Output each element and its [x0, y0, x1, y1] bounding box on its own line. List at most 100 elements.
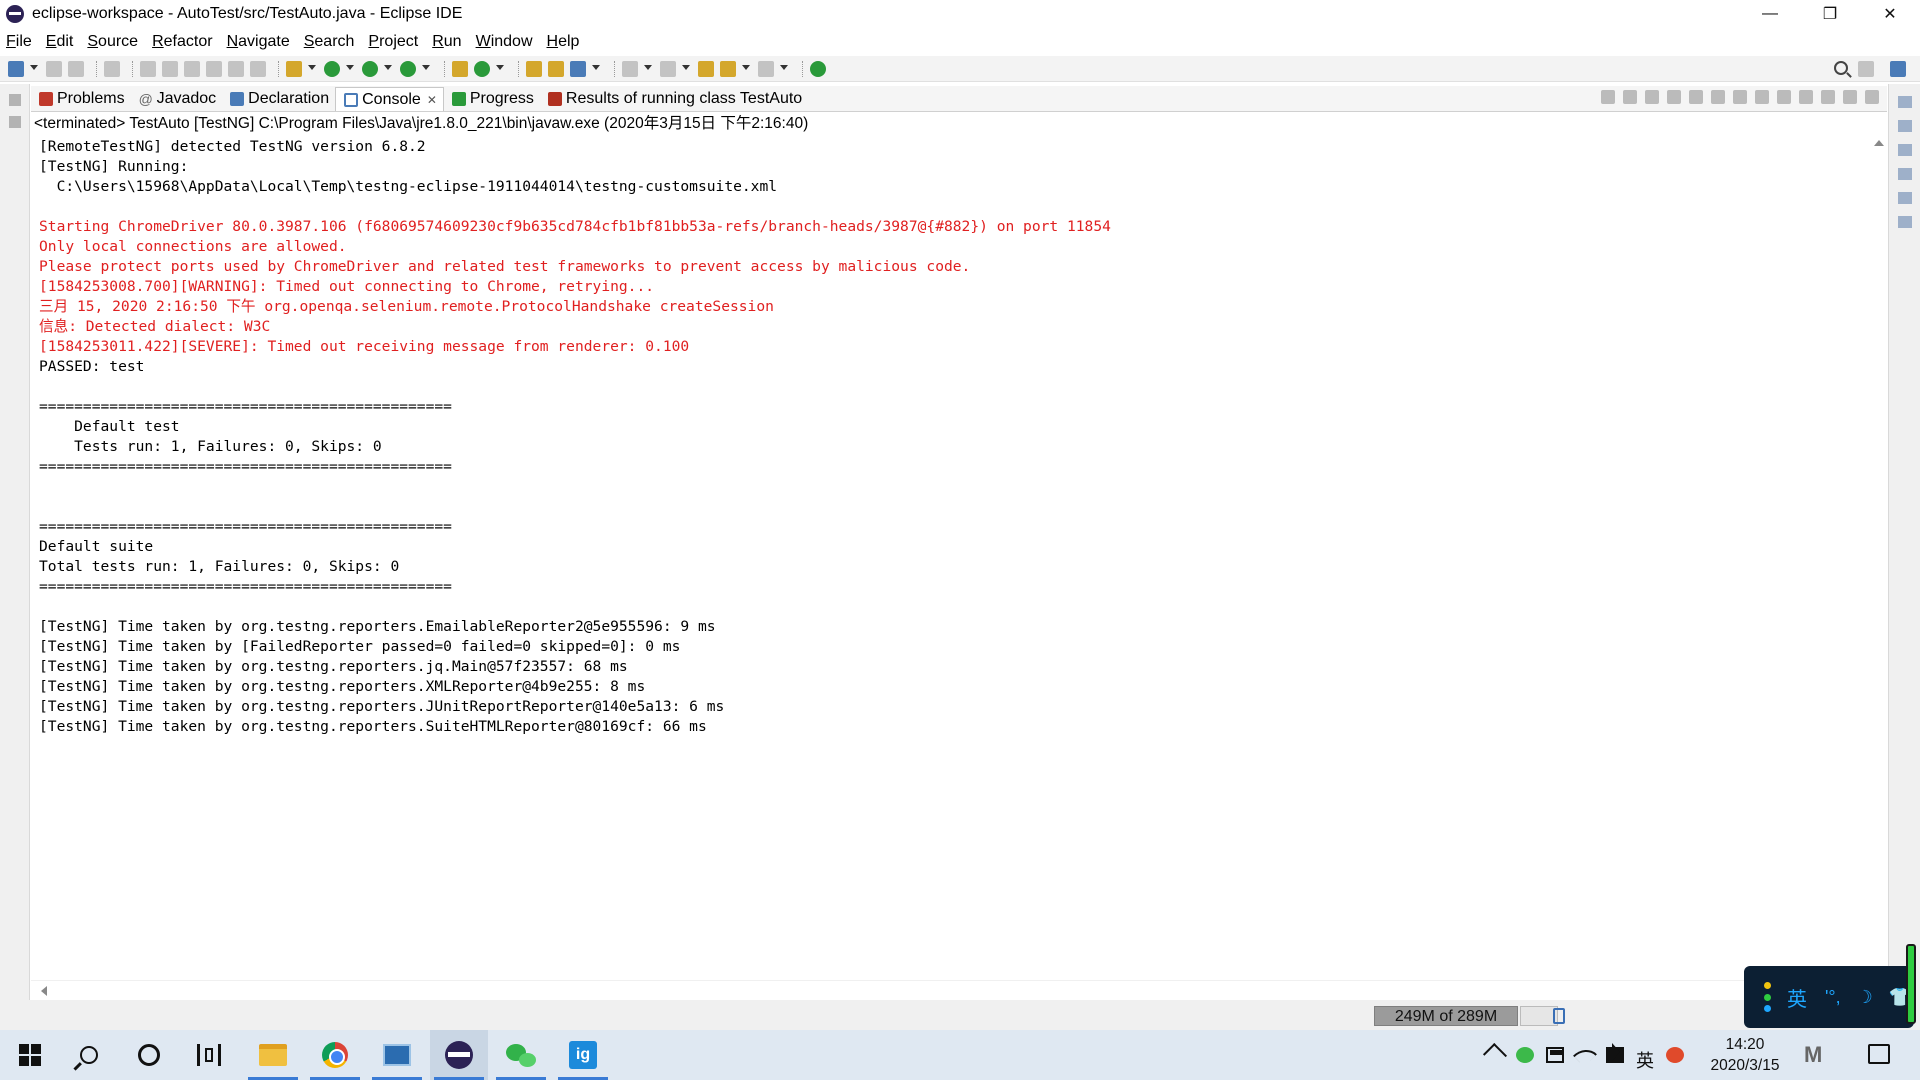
view-menu-icon[interactable]: [1898, 216, 1912, 228]
last-edit-location-icon[interactable]: [698, 60, 714, 77]
taskbar-file-explorer[interactable]: [244, 1030, 302, 1080]
ime-punctuation-icon[interactable]: '°,: [1825, 987, 1841, 1008]
close-console-tab-icon[interactable]: ✕: [427, 93, 437, 107]
debug-dropdown-icon[interactable]: [308, 64, 316, 73]
terminate-icon[interactable]: [1601, 90, 1615, 104]
taskbar-ig-app[interactable]: ig: [554, 1030, 612, 1080]
menu-search[interactable]: Search: [304, 33, 355, 51]
menu-edit[interactable]: Edit: [46, 33, 74, 51]
tab-testng-results[interactable]: Results of running class TestAuto: [540, 87, 808, 111]
garbage-collect-icon[interactable]: [1553, 1008, 1565, 1024]
run-icon[interactable]: [324, 60, 340, 77]
scroll-up-icon[interactable]: [1874, 140, 1884, 146]
show-hidden-icons-icon[interactable]: [1482, 1042, 1508, 1068]
clear-console-icon[interactable]: [1667, 90, 1681, 104]
restore-bottom-icon[interactable]: [1898, 192, 1912, 204]
next-annotation-dropdown-icon[interactable]: [644, 64, 652, 73]
open-type-icon[interactable]: [526, 60, 542, 77]
external-tools-icon[interactable]: [400, 60, 416, 77]
tab-console[interactable]: Console ✕: [335, 87, 444, 111]
menu-window[interactable]: Window: [476, 33, 533, 51]
taskbar-chrome[interactable]: [306, 1030, 364, 1080]
menu-help[interactable]: Help: [547, 33, 580, 51]
menu-navigate[interactable]: Navigate: [227, 33, 290, 51]
close-window-button[interactable]: ✕: [1860, 0, 1920, 28]
show-stderr-icon[interactable]: [1755, 90, 1769, 104]
tab-progress[interactable]: Progress: [444, 87, 540, 111]
taskbar-wechat[interactable]: [492, 1030, 550, 1080]
menu-run[interactable]: Run: [432, 33, 461, 51]
save-all-icon[interactable]: [68, 60, 84, 77]
maximize-view-icon[interactable]: [1865, 90, 1879, 104]
tab-declaration[interactable]: Declaration: [222, 87, 335, 111]
tab-problems[interactable]: Problems: [31, 87, 131, 111]
console-output[interactable]: [RemoteTestNG] detected TestNG version 6…: [31, 135, 1881, 980]
taskbar-remote-desktop[interactable]: [368, 1030, 426, 1080]
java-perspective-icon[interactable]: [1890, 61, 1906, 77]
restore-button[interactable]: ❐: [1800, 0, 1860, 28]
ime-language-toggle[interactable]: 英: [1787, 983, 1807, 1012]
previous-annotation-dropdown-icon[interactable]: [682, 64, 690, 73]
external-tools-dropdown-icon[interactable]: [422, 64, 430, 73]
taskbar-eclipse[interactable]: [430, 1030, 488, 1080]
coverage-icon[interactable]: [362, 60, 378, 77]
word-wrap-icon[interactable]: [206, 60, 222, 77]
task-view-button[interactable]: [180, 1030, 238, 1080]
sogou-ime-icon[interactable]: [1666, 1047, 1684, 1063]
taskbar-clock[interactable]: 14:20 2020/3/15: [1690, 1034, 1800, 1078]
vertical-scrollbar[interactable]: [1870, 138, 1888, 980]
forward-dropdown-icon[interactable]: [780, 64, 788, 73]
package-explorer-icon[interactable]: [9, 116, 21, 128]
open-perspective-icon[interactable]: [1858, 61, 1874, 77]
horizontal-scrollbar[interactable]: [31, 980, 1887, 1000]
restore-right-view-icon[interactable]: [1898, 96, 1912, 108]
open-console-icon[interactable]: [1821, 90, 1835, 104]
save-icon[interactable]: [46, 60, 62, 77]
scroll-left-icon[interactable]: [41, 986, 47, 996]
pin-console-icon[interactable]: [1777, 90, 1791, 104]
back-icon[interactable]: [720, 60, 736, 77]
outline-icon[interactable]: [1898, 168, 1912, 180]
search-icon[interactable]: [1834, 61, 1848, 75]
pin-editor-icon[interactable]: [810, 60, 826, 77]
block-selection-icon[interactable]: [184, 60, 200, 77]
menu-file[interactable]: File: [6, 33, 32, 51]
menu-project[interactable]: Project: [368, 33, 418, 51]
volume-icon[interactable]: [1606, 1043, 1624, 1063]
start-button[interactable]: [1, 1030, 59, 1080]
ime-moon-icon[interactable]: ☽: [1857, 987, 1873, 1008]
ime-toolbar[interactable]: 英 '°, ☽ 👕: [1744, 966, 1914, 1028]
task-list-icon[interactable]: [1898, 120, 1912, 132]
new-dropdown-icon[interactable]: [30, 64, 38, 73]
new-class-icon[interactable]: [474, 60, 490, 77]
input-language-icon[interactable]: 英: [1636, 1047, 1654, 1071]
minimize-view-icon[interactable]: [1843, 90, 1857, 104]
minimize-button[interactable]: —: [1740, 0, 1800, 28]
menu-refactor[interactable]: Refactor: [152, 33, 212, 51]
remove-launch-icon[interactable]: [1623, 90, 1637, 104]
wifi-icon[interactable]: [1572, 1042, 1598, 1068]
restore-outline-icon[interactable]: [1898, 144, 1912, 156]
cortana-button[interactable]: [120, 1030, 178, 1080]
new-icon[interactable]: [8, 60, 24, 77]
display-console-icon[interactable]: [1799, 90, 1813, 104]
paragraph-icon[interactable]: [250, 60, 266, 77]
show-stdout-icon[interactable]: [1733, 90, 1747, 104]
word-wrap-console-icon[interactable]: [1711, 90, 1725, 104]
taskbar-search-button[interactable]: [60, 1030, 118, 1080]
toggle-mark-occurrences-icon[interactable]: [140, 60, 156, 77]
battery-icon[interactable]: [1546, 1047, 1564, 1063]
tab-javadoc[interactable]: @ Javadoc: [131, 87, 223, 111]
open-task-icon[interactable]: [548, 60, 564, 77]
restore-view-icon[interactable]: [9, 94, 21, 106]
skip-breakpoints-icon[interactable]: [104, 60, 120, 77]
coverage-dropdown-icon[interactable]: [384, 64, 392, 73]
scroll-lock-icon[interactable]: [1689, 90, 1703, 104]
new-java-project-icon[interactable]: [452, 60, 468, 77]
previous-annotation-icon[interactable]: [660, 60, 676, 77]
search-tool-icon[interactable]: [570, 60, 586, 77]
debug-icon[interactable]: [286, 60, 302, 77]
search-tool-dropdown-icon[interactable]: [592, 64, 600, 73]
show-whitespace-icon[interactable]: [228, 60, 244, 77]
pin-icon[interactable]: [162, 60, 178, 77]
